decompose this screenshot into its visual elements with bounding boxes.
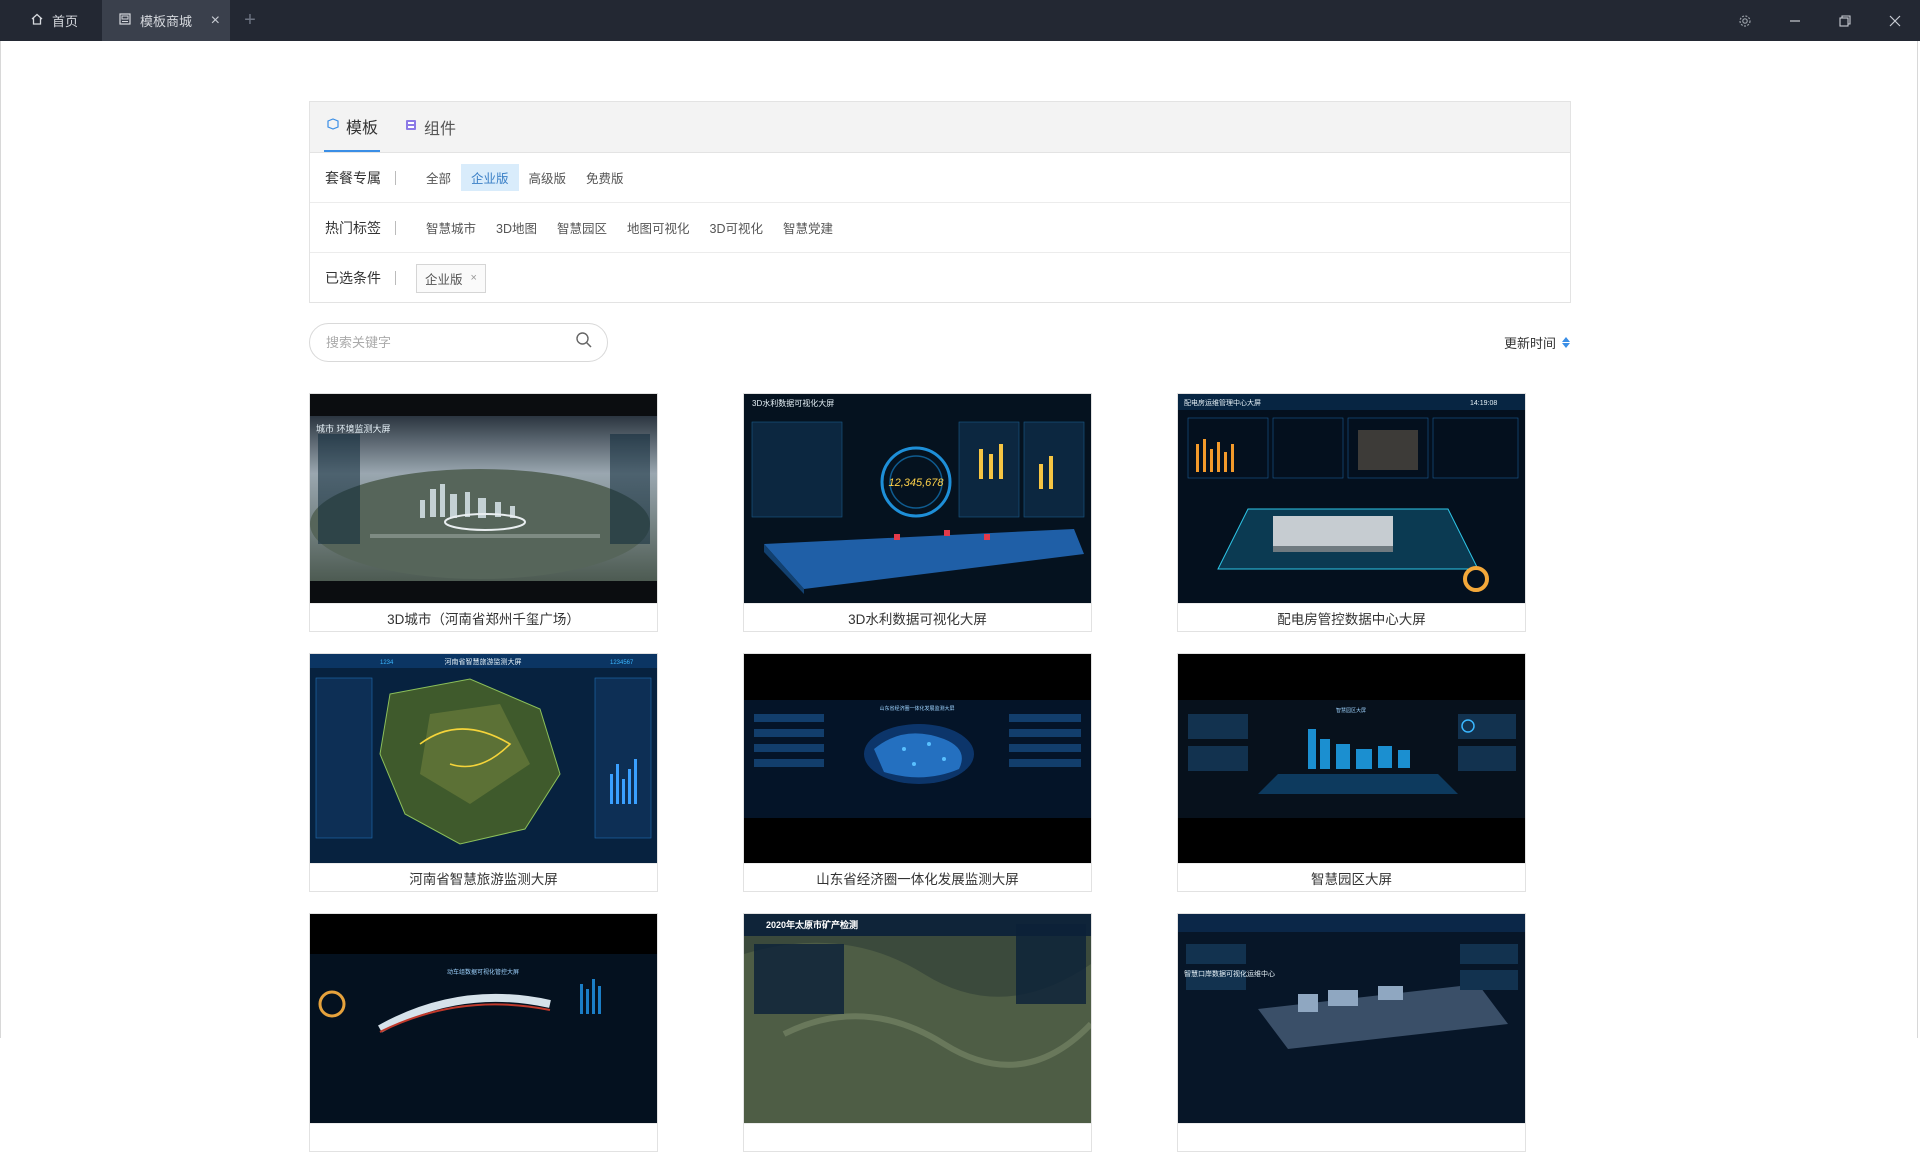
template-card-title [310,1123,657,1151]
search-input[interactable] [324,334,575,351]
template-thumbnail: 智慧园区大屏 [1178,654,1525,863]
template-card-title: 3D城市（河南省郑州千玺广场） [310,603,657,631]
category-tabs: 模板 组件 [310,102,1570,153]
tab-components[interactable]: 组件 [402,102,458,152]
settings-icon[interactable] [1720,0,1770,41]
plan-option-free[interactable]: 免费版 [576,164,634,191]
component-icon [404,118,418,137]
template-card-title [1178,1123,1525,1151]
plan-option-enterprise[interactable]: 企业版 [461,164,519,191]
tag-option[interactable]: 地图可视化 [617,214,700,241]
tab-templates-label: 模板 [346,120,379,137]
sort-by-update-time[interactable]: 更新时间 [1504,333,1571,352]
chosen-filter-label: 已选条件 [325,270,381,286]
thumb-number: 1234567 [610,660,634,666]
divider [395,220,396,235]
tab-home[interactable]: 首页 [0,0,102,41]
template-card-title: 3D水利数据可视化大屏 [744,603,1091,631]
template-thumbnail: 动车组数据可视化管控大屏 [310,914,657,1123]
template-card[interactable]: 12,345,678 3D水利数据可视化大屏 3D水利数据可视化大屏 [743,393,1092,632]
thumb-title: 3D水利数据可视化大屏 [752,398,834,408]
template-tag-icon [326,117,340,136]
template-card[interactable]: 2020年太原市矿产检测 [743,913,1092,1152]
add-tab-button[interactable]: + [230,0,270,41]
tag-option[interactable]: 3D可视化 [700,214,773,241]
divider [395,170,396,185]
title-bar: 首页 模板商城 × + [0,0,1920,41]
minimize-icon[interactable] [1770,0,1820,41]
template-card-title: 智慧园区大屏 [1178,863,1525,891]
template-card-title: 山东省经济圈一体化发展监测大屏 [744,863,1091,891]
template-thumbnail: 2020年太原市矿产检测 [744,914,1091,1123]
thumb-title: 河南省智慧旅游监测大屏 [445,657,522,666]
tag-option[interactable]: 3D地图 [486,214,547,241]
tag-option[interactable]: 智慧园区 [547,214,617,241]
template-card[interactable]: 山东省经济圈一体化发展监测大屏 山东省经济圈一体化发展监测大屏 [743,653,1092,892]
template-thumbnail: 城市 环境监测大屏 [310,394,657,603]
divider [395,271,396,285]
template-card[interactable]: 智慧口岸数据可视化运维中心 [1177,913,1526,1152]
sort-arrows-icon [1562,337,1571,348]
close-window-icon[interactable] [1870,0,1920,41]
filter-panel: 模板 组件 套餐专属 全部 企业版 高级版 免费版 热门标签 智慧城市 3D地图… [309,101,1571,303]
thumb-title: 智慧口岸数据可视化运维中心 [1184,969,1275,978]
tab-templates[interactable]: 模板 [324,102,381,152]
tags-filter-label: 热门标签 [325,219,381,236]
thumb-title: 城市 环境监测大屏 [316,423,391,434]
search-box [309,323,608,362]
tab-home-label: 首页 [52,14,79,29]
tab-template-store-label: 模板商城 [140,14,193,29]
thumb-title: 2020年太原市矿产检测 [766,919,858,930]
template-thumbnail: 配电房运维管理中心大屏 14:19:08 [1178,394,1525,603]
chosen-chip-label: 企业版 [425,272,463,287]
template-thumbnail: 河南省智慧旅游监测大屏 1234 1234567 [310,654,657,863]
tab-components-label: 组件 [424,121,457,138]
thumb-title: 配电房运维管理中心大屏 [1184,398,1261,407]
thumb-title: 动车组数据可视化管控大屏 [447,968,519,976]
sort-label: 更新时间 [1504,336,1557,351]
template-card-title [744,1123,1091,1151]
template-thumbnail: 山东省经济圈一体化发展监测大屏 [744,654,1091,863]
thumb-time: 14:19:08 [1470,400,1497,407]
template-card[interactable]: 城市 环境监测大屏 3D城市（河南省郑州千玺广场） [309,393,658,632]
template-card[interactable]: 动车组数据可视化管控大屏 [309,913,658,1152]
template-icon [118,12,132,29]
tag-option[interactable]: 智慧城市 [416,214,486,241]
chosen-chip[interactable]: 企业版 × [416,263,486,293]
home-icon [30,12,44,29]
template-card[interactable]: 河南省智慧旅游监测大屏 1234 1234567 河南省智慧旅游监测大屏 [309,653,658,892]
plan-filter-label: 套餐专属 [325,169,381,186]
template-card-title: 配电房管控数据中心大屏 [1178,603,1525,631]
tab-template-store[interactable]: 模板商城 × [102,0,230,41]
thumb-number: 1234 [380,660,394,666]
tags-filter-row: 热门标签 智慧城市 3D地图 智慧园区 地图可视化 3D可视化 智慧党建 [310,203,1570,253]
close-tab-icon[interactable]: × [211,12,220,29]
thumb-title: 山东省经济圈一体化发展监测大屏 [879,705,954,712]
template-card-title: 河南省智慧旅游监测大屏 [310,863,657,891]
thumb-counter: 12,345,678 [888,477,944,489]
plan-filter-row: 套餐专属 全部 企业版 高级版 免费版 [310,153,1570,203]
chosen-filter-row: 已选条件 企业版 × [310,253,1570,303]
plan-option-advanced[interactable]: 高级版 [519,164,577,191]
restore-icon[interactable] [1820,0,1870,41]
remove-chip-icon[interactable]: × [471,272,477,284]
template-thumbnail: 12,345,678 3D水利数据可视化大屏 [744,394,1091,603]
search-icon[interactable] [575,331,593,354]
thumb-title: 智慧园区大屏 [1336,707,1366,714]
template-thumbnail: 智慧口岸数据可视化运维中心 [1178,914,1525,1123]
template-card[interactable]: 配电房运维管理中心大屏 14:19:08 配电房管控数据中心大屏 [1177,393,1526,632]
plan-option-all[interactable]: 全部 [416,164,461,191]
template-card[interactable]: 智慧园区大屏 智慧园区大屏 [1177,653,1526,892]
tag-option[interactable]: 智慧党建 [773,214,843,241]
